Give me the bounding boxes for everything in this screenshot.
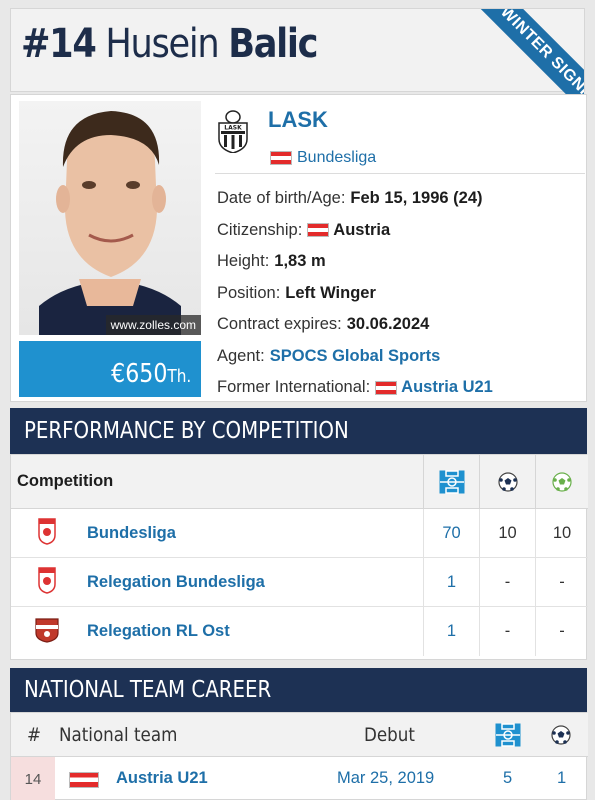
pitch-icon <box>495 723 521 747</box>
appearances-column-header[interactable] <box>423 455 479 509</box>
assists-value: 10 <box>535 509 588 558</box>
dob-label: Date of birth/Age: <box>217 189 346 208</box>
performance-title-text: PERFORMANCE BY COMPETITION <box>24 418 349 444</box>
divider <box>215 173 585 174</box>
national-team-table-header: # National team Debut <box>11 713 588 757</box>
debut-column-header: Debut <box>364 724 415 746</box>
assists-column-header[interactable] <box>535 455 588 509</box>
info-row-height: Height: 1,83 m <box>217 246 587 278</box>
bundesliga-logo-icon <box>38 567 56 594</box>
appearances-link[interactable]: 1 <box>423 558 479 607</box>
competition-link[interactable]: Relegation RL Ost <box>87 622 230 641</box>
info-row-position: Position: Left Winger <box>217 278 587 310</box>
goals-value: - <box>479 558 535 607</box>
player-info-list: Date of birth/Age: Feb 15, 1996 (24) Cit… <box>217 183 587 404</box>
assists-value: - <box>535 607 588 656</box>
austria-flag-icon <box>307 223 330 238</box>
player-number: #14 <box>21 21 97 67</box>
club-name-link[interactable]: LASK <box>268 107 328 133</box>
austria-flag-icon <box>375 380 398 395</box>
height-label: Height: <box>217 252 270 271</box>
appearances-link[interactable]: 1 <box>423 607 479 656</box>
former-international-label: Former International: <box>217 378 371 397</box>
page-title: #14 Husein Balic <box>21 21 319 67</box>
debut-link[interactable]: Mar 25, 2019 <box>337 769 434 788</box>
competition-link[interactable]: Bundesliga <box>87 524 176 543</box>
austria-flag-icon <box>69 772 99 788</box>
national-team-link[interactable]: Austria U21 <box>116 769 208 788</box>
number-column-header: # <box>27 724 42 746</box>
club-logo-text: LASK <box>224 125 242 132</box>
league-name: Bundesliga <box>297 149 377 166</box>
national-team-title-text: NATIONAL TEAM CAREER <box>24 677 272 703</box>
info-row-dob: Date of birth/Age: Feb 15, 1996 (24) <box>217 183 587 215</box>
player-header: #14 Husein Balic WINTER SIGNING <box>10 8 585 149</box>
market-value: €650Th. <box>111 359 191 389</box>
citizenship-value: Austria <box>333 220 391 239</box>
competition-link[interactable]: Relegation Bundesliga <box>87 573 265 592</box>
market-value-amount: €650 <box>110 359 168 389</box>
table-row: Relegation RL Ost 1 - - <box>11 607 588 656</box>
assist-ball-icon <box>552 472 572 492</box>
goals-value: - <box>479 607 535 656</box>
bundesliga-logo-icon <box>38 518 56 545</box>
player-photo[interactable]: www.zolles.com <box>19 101 201 335</box>
national-team-section-title: NATIONAL TEAM CAREER <box>10 668 587 712</box>
goal-ball-icon <box>497 472 518 492</box>
performance-section-title: PERFORMANCE BY COMPETITION <box>10 408 587 454</box>
assists-value: - <box>535 558 588 607</box>
performance-table-header: Competition <box>11 455 588 509</box>
table-row: Bundesliga 70 10 10 <box>11 509 588 558</box>
market-value-unit: Th. <box>167 366 191 387</box>
former-international-link[interactable]: Austria U21 <box>401 378 493 397</box>
dob-value: Feb 15, 1996 (24) <box>350 189 483 208</box>
goals-value: 10 <box>479 509 535 558</box>
height-value: 1,83 m <box>274 252 326 271</box>
club-logo-icon[interactable]: LASK <box>217 109 249 153</box>
info-row-agent: Agent: SPOCS Global Sports <box>217 341 587 373</box>
team-column-header: National team <box>59 724 178 746</box>
competition-column-header[interactable]: Competition <box>17 472 113 491</box>
austria-flag-icon <box>270 151 292 165</box>
table-row: Relegation Bundesliga 1 - - <box>11 558 588 607</box>
performance-table: Competition Bundesliga 70 10 10 Relegati… <box>10 454 588 660</box>
goals-column-header[interactable] <box>479 455 535 509</box>
pitch-icon <box>439 470 464 494</box>
market-value-box[interactable]: €650Th. <box>19 341 201 397</box>
profile-card: www.zolles.com €650Th. LASK LASK Bundesl… <box>10 94 587 402</box>
position-value: Left Winger <box>285 283 376 302</box>
goal-ball-icon <box>551 725 571 745</box>
info-row-former-international: Former International: Austria U21 <box>217 372 587 404</box>
info-row-contract: Contract expires: 30.06.2024 <box>217 309 587 341</box>
player-first-name: Husein <box>105 21 219 67</box>
agent-label: Agent: <box>217 346 265 365</box>
rl-ost-logo-icon <box>35 618 59 643</box>
contract-value: 30.06.2024 <box>346 315 430 334</box>
appearances-link[interactable]: 70 <box>423 509 479 558</box>
national-goals-link[interactable]: 1 <box>557 769 566 788</box>
player-last-name: Balic <box>228 21 318 67</box>
agent-link[interactable]: SPOCS Global Sports <box>270 347 441 366</box>
shirt-number: 14 <box>11 757 55 800</box>
info-row-citizenship: Citizenship: Austria <box>217 215 587 247</box>
national-team-table: # National team Debut 14 Austria U21 Mar… <box>10 712 588 800</box>
citizenship-label: Citizenship: <box>217 220 303 239</box>
photo-credit: www.zolles.com <box>105 315 201 335</box>
caps-link[interactable]: 5 <box>503 769 512 788</box>
contract-label: Contract expires: <box>217 315 342 334</box>
table-row: 14 Austria U21 Mar 25, 2019 5 1 <box>11 757 588 800</box>
league-link[interactable]: Bundesliga <box>270 149 376 167</box>
position-label: Position: <box>217 283 281 302</box>
